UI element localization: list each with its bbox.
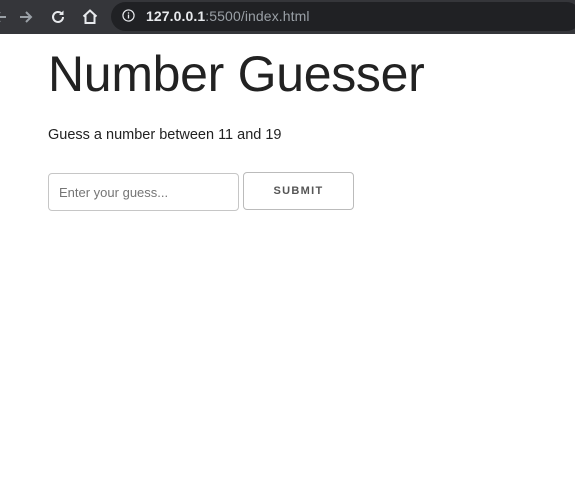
- arrow-right-icon: [20, 11, 33, 23]
- reload-button[interactable]: [46, 5, 70, 29]
- instructions-text: Guess a number between 11 and 19: [48, 127, 282, 143]
- url-path: :5500/index.html: [205, 8, 310, 24]
- reload-icon: [52, 10, 64, 23]
- browser-toolbar: 127.0.0.1:5500/index.html: [0, 0, 575, 34]
- back-button[interactable]: [0, 5, 12, 29]
- home-button[interactable]: [78, 5, 102, 29]
- address-bar[interactable]: 127.0.0.1:5500/index.html: [111, 2, 575, 31]
- forward-button[interactable]: [14, 5, 38, 29]
- guess-input[interactable]: [48, 173, 239, 211]
- home-icon: [82, 9, 98, 24]
- arrow-left-icon: [0, 12, 6, 22]
- submit-button[interactable]: Submit: [243, 172, 354, 210]
- url-text[interactable]: 127.0.0.1:5500/index.html: [146, 8, 310, 25]
- page-title: Number Guesser: [48, 46, 425, 102]
- url-host: 127.0.0.1: [146, 8, 206, 24]
- info-icon[interactable]: [122, 9, 135, 22]
